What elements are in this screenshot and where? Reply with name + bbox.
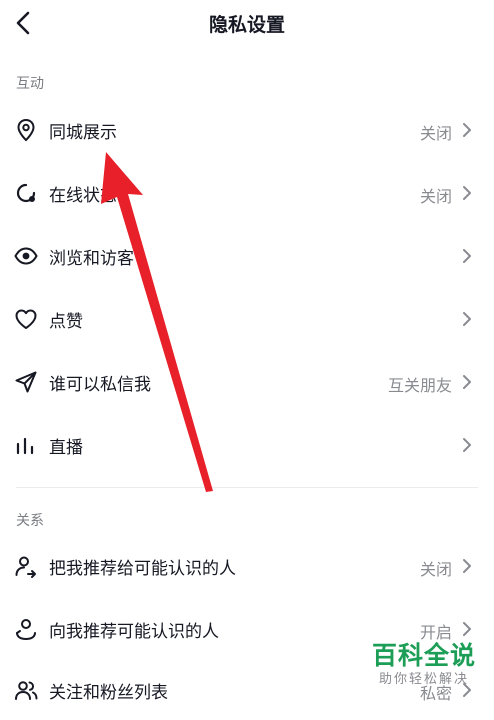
watermark-logo: 百科全说 <box>371 641 476 670</box>
setting-row-online-status[interactable]: 在线状态 关闭 <box>0 165 494 221</box>
setting-row-recommend-me-to-others[interactable]: 把我推荐给可能认识的人 关闭 <box>0 538 494 594</box>
eye-icon <box>13 243 39 269</box>
setting-label: 在线状态 <box>49 186 117 206</box>
chevron-right-icon <box>460 246 474 266</box>
heart-icon <box>13 306 39 332</box>
setting-label: 点赞 <box>49 312 83 332</box>
chevron-right-icon <box>460 372 474 392</box>
chevron-right-icon <box>460 435 474 455</box>
setting-label: 谁可以私信我 <box>49 375 151 395</box>
online-status-icon <box>13 180 39 206</box>
chevron-right-icon <box>460 619 474 639</box>
chevron-right-icon <box>460 556 474 576</box>
setting-value: 关闭 <box>419 187 452 206</box>
setting-value: 互关朋友 <box>387 376 452 395</box>
setting-row-likes[interactable]: 点赞 <box>0 291 494 347</box>
setting-row-who-can-message-me[interactable]: 谁可以私信我 互关朋友 <box>0 354 494 410</box>
page-title: 隐私设置 <box>208 14 285 36</box>
setting-value: 关闭 <box>419 560 452 579</box>
chevron-right-icon <box>460 183 474 203</box>
setting-label: 关注和粉丝列表 <box>49 683 168 703</box>
section-divider <box>16 487 478 488</box>
setting-label: 向我推荐可能认识的人 <box>49 622 219 642</box>
send-icon <box>13 369 39 395</box>
users-icon <box>13 677 39 703</box>
location-pin-icon <box>13 117 39 143</box>
setting-label: 浏览和访客 <box>49 249 134 269</box>
chevron-right-icon <box>460 309 474 329</box>
setting-label: 把我推荐给可能认识的人 <box>49 559 236 579</box>
setting-label: 直播 <box>49 438 83 458</box>
watermark-subtitle: 助你轻松解决 <box>378 672 469 687</box>
setting-row-live[interactable]: 直播 <box>0 417 494 473</box>
chevron-right-icon <box>460 120 474 140</box>
section-label-relationship: 关系 <box>16 513 44 529</box>
live-bars-icon <box>13 432 39 458</box>
setting-row-local-display[interactable]: 同城展示 关闭 <box>0 102 494 158</box>
user-recommend-icon <box>13 616 39 642</box>
user-share-icon <box>13 553 39 579</box>
setting-value: 关闭 <box>419 124 452 143</box>
setting-label: 同城展示 <box>49 123 117 143</box>
section-label-interaction: 互动 <box>16 76 44 92</box>
watermark: 百科全说 助你轻松解决 <box>368 640 480 688</box>
setting-row-views-and-visitors[interactable]: 浏览和访客 <box>0 228 494 284</box>
header-bar: 隐私设置 <box>0 0 494 48</box>
